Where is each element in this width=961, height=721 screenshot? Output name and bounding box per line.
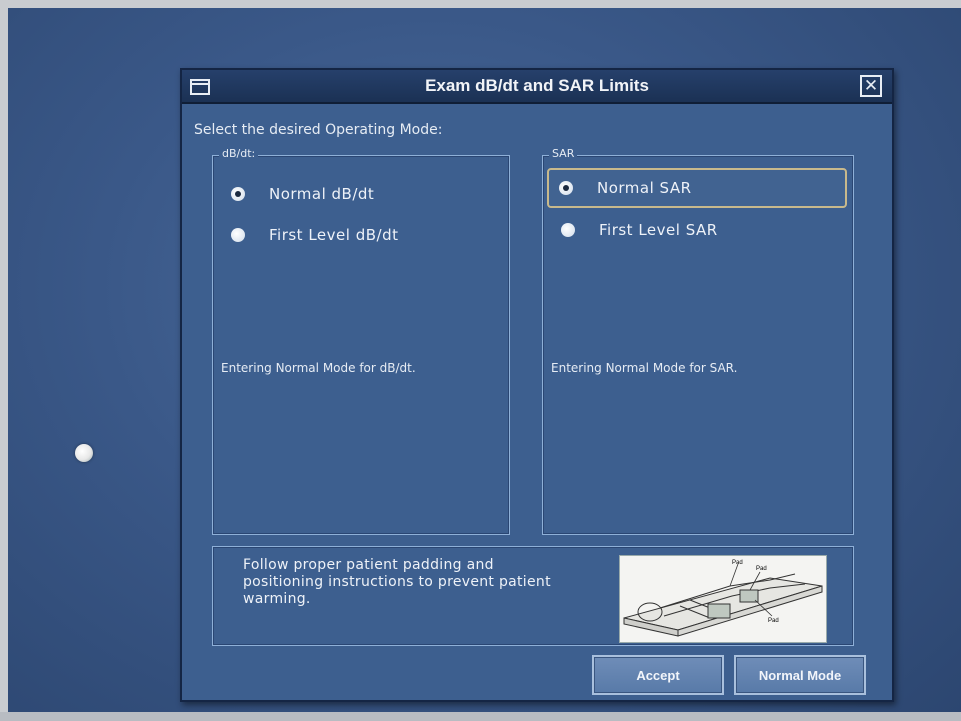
- radio-button[interactable]: [231, 228, 245, 242]
- sar-group: SAR Normal SAR First Level SAR Entering …: [542, 147, 854, 535]
- title-bar: Exam dB/dt and SAR Limits ✕: [182, 70, 892, 104]
- dialog-window: Exam dB/dt and SAR Limits ✕ Select the d…: [180, 68, 894, 702]
- radio-label: First Level SAR: [599, 221, 718, 239]
- dialog-title: Exam dB/dt and SAR Limits: [425, 76, 649, 95]
- dbdt-group: dB/dt: Normal dB/dt First Level dB/dt En…: [212, 147, 510, 535]
- close-icon[interactable]: ✕: [860, 75, 882, 97]
- operating-mode-prompt: Select the desired Operating Mode:: [194, 122, 443, 138]
- patient-diagram-svg: Pad Pad Pad: [623, 560, 823, 637]
- cursor-icon: [75, 444, 93, 462]
- radio-button-checked[interactable]: [559, 181, 573, 195]
- radio-normal-sar[interactable]: Normal SAR: [547, 168, 847, 208]
- normal-mode-button[interactable]: Normal Mode: [734, 655, 866, 695]
- warming-instructions: Follow proper patient padding and positi…: [243, 557, 551, 607]
- monitor-bezel-bottom: [0, 712, 961, 721]
- radio-label: Normal dB/dt: [269, 185, 375, 203]
- radio-first-level-sar[interactable]: First Level SAR: [551, 214, 845, 246]
- monitor-bezel-top: [0, 0, 961, 8]
- radio-button[interactable]: [561, 223, 575, 237]
- dbdt-group-legend: dB/dt:: [219, 147, 259, 160]
- pad-label: Pad: [732, 560, 743, 566]
- radio-button-checked[interactable]: [231, 187, 245, 201]
- patient-padding-illustration: Pad Pad Pad: [619, 555, 827, 643]
- radio-first-level-dbdt[interactable]: First Level dB/dt: [221, 219, 501, 251]
- dbdt-status: Entering Normal Mode for dB/dt.: [221, 361, 416, 375]
- sar-status: Entering Normal Mode for SAR.: [551, 361, 738, 375]
- warming-info-panel: Follow proper patient padding and positi…: [212, 546, 854, 646]
- pad-label: Pad: [768, 618, 779, 624]
- sar-group-legend: SAR: [549, 147, 578, 160]
- accept-button[interactable]: Accept: [592, 655, 724, 695]
- radio-label: Normal SAR: [597, 179, 692, 197]
- radio-label: First Level dB/dt: [269, 226, 399, 244]
- radio-normal-dbdt[interactable]: Normal dB/dt: [221, 178, 501, 210]
- monitor-bezel-left: [0, 0, 8, 721]
- pad-label: Pad: [756, 566, 767, 572]
